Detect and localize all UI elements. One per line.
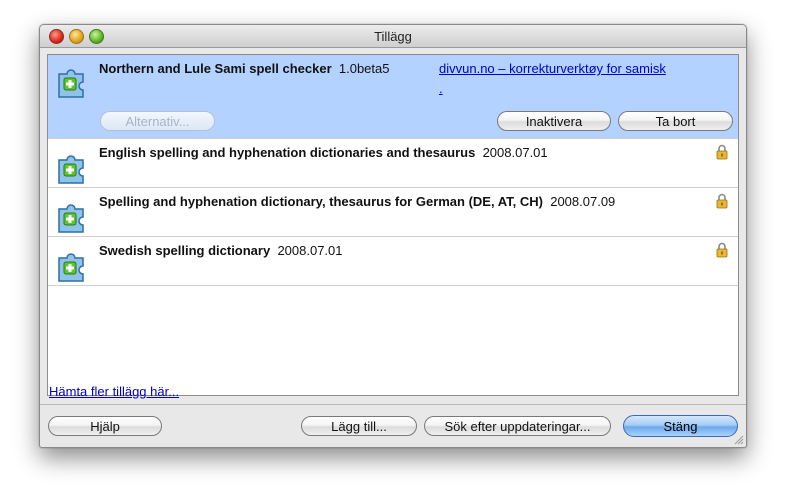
addon-item-swedish[interactable]: Swedish spelling dictionary 2008.07.01	[48, 237, 738, 286]
puzzle-plus-icon	[58, 204, 84, 233]
options-button[interactable]: Alternativ...	[100, 111, 215, 131]
addon-homepage-tail[interactable]: .	[439, 81, 443, 96]
title-bar[interactable]: Tillägg	[40, 25, 746, 48]
addon-item-german[interactable]: Spelling and hyphenation dictionary, the…	[48, 188, 738, 237]
padlock-icon	[716, 193, 728, 209]
addon-title: Swedish spelling dictionary 2008.07.01	[99, 243, 343, 258]
footer-separator	[40, 404, 746, 405]
puzzle-plus-icon	[58, 253, 84, 282]
addon-version: 1.0beta5	[338, 61, 390, 76]
addon-item-english[interactable]: English spelling and hyphenation diction…	[48, 139, 738, 188]
addon-title: English spelling and hyphenation diction…	[99, 145, 548, 160]
remove-button[interactable]: Ta bort	[618, 111, 733, 131]
addon-title: Spelling and hyphenation dictionary, the…	[99, 194, 615, 209]
puzzle-plus-icon	[58, 69, 84, 98]
addon-list[interactable]: Northern and Lule Sami spell checker 1.0…	[47, 54, 739, 396]
addon-version: 2008.07.09	[550, 194, 616, 209]
addon-homepage-text[interactable]: divvun.no – korrekturverktøy for samisk	[439, 61, 666, 76]
padlock-icon	[716, 242, 728, 258]
close-button[interactable]: Stäng	[623, 415, 738, 437]
addon-name: Swedish spelling dictionary	[99, 243, 271, 258]
addon-name: English spelling and hyphenation diction…	[99, 145, 476, 160]
addon-version: 2008.07.01	[277, 243, 343, 258]
addon-item-sami[interactable]: Northern and Lule Sami spell checker 1.0…	[48, 55, 738, 139]
disable-button[interactable]: Inaktivera	[497, 111, 611, 131]
padlock-icon	[716, 144, 728, 160]
resize-grip-icon[interactable]	[734, 435, 744, 445]
puzzle-plus-icon	[58, 155, 84, 184]
get-more-addons-link[interactable]: Hämta fler tillägg här...	[49, 384, 179, 399]
addon-name: Spelling and hyphenation dictionary, the…	[99, 194, 543, 209]
addons-dialog: Tillägg Northern and Lule Sami spell che…	[39, 24, 747, 448]
addon-homepage-link[interactable]: divvun.no – korrekturverktøy for samisk …	[439, 59, 719, 99]
addon-name: Northern and Lule Sami spell checker	[99, 61, 332, 76]
window-title: Tillägg	[374, 29, 412, 44]
addon-title: Northern and Lule Sami spell checker 1.0…	[99, 61, 389, 76]
add-button[interactable]: Lägg till...	[301, 416, 417, 436]
check-updates-button[interactable]: Sök efter uppdateringar...	[424, 416, 611, 436]
addon-version: 2008.07.01	[482, 145, 548, 160]
help-button[interactable]: Hjälp	[48, 416, 162, 436]
